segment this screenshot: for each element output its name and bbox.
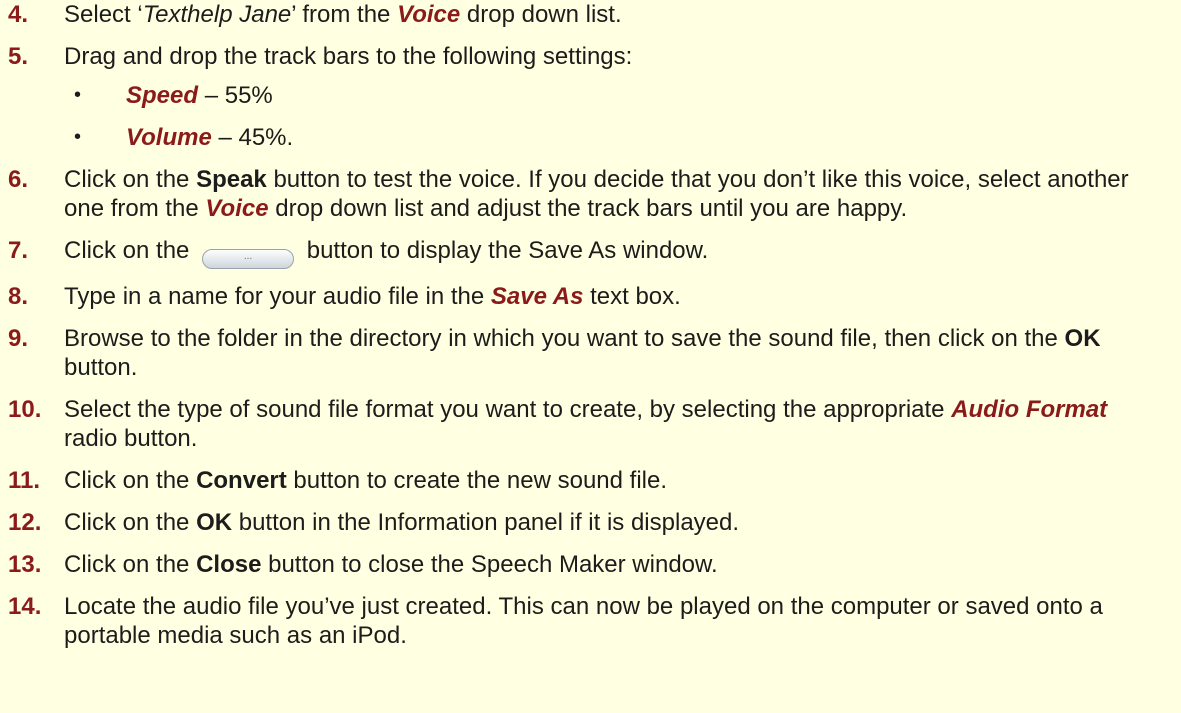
step-text-part: Click on the — [64, 509, 197, 536]
step-item: 6. Click on the Speak button to test the … — [0, 165, 1181, 223]
step-text: Drag and drop the track bars to the foll… — [64, 42, 1157, 71]
step-text-part: Type in a name for your audio file in th… — [64, 283, 491, 310]
step-text-part: radio button. — [64, 425, 198, 452]
step-text-part: button in the Information panel if it is… — [232, 509, 740, 536]
step-item: 9. Browse to the folder in the directory … — [0, 324, 1181, 382]
emphasis-text: Texthelp Jane — [142, 1, 292, 28]
step-number: 5. — [8, 43, 29, 70]
step-number: 8. — [8, 283, 29, 310]
emphasis-text: Voice — [397, 1, 461, 28]
step-number: 4. — [8, 1, 29, 28]
step-text-part: Click on the — [64, 237, 197, 264]
step-number: 14. — [8, 593, 42, 620]
emphasis-text: OK — [1064, 325, 1101, 352]
step-text-part: button to close the Speech Maker window. — [261, 551, 718, 578]
step-number: 10. — [8, 396, 42, 423]
step-text-part: Drag and drop the track bars to the foll… — [64, 43, 633, 70]
step-text-part: button. — [64, 354, 138, 381]
step-item: 8. Type in a name for your audio file in … — [0, 282, 1181, 311]
step-item: 12. Click on the OK button in the Informa… — [0, 508, 1181, 537]
step-text-part: button to create the new sound file. — [286, 467, 667, 494]
step-text: Click on the Close button to close the S… — [64, 550, 1157, 579]
step-text-part: ’ from the — [291, 1, 398, 28]
emphasis-text: Audio Format — [951, 396, 1108, 423]
emphasis-text: Save As — [490, 283, 584, 310]
emphasis-text: Speak — [196, 166, 267, 193]
step-number: 9. — [8, 325, 29, 352]
step-item: 7. Click on the ... button to display the… — [0, 236, 1181, 269]
emphasis-text: Volume — [126, 124, 212, 151]
step-text: Click on the Speak button to test the vo… — [64, 165, 1157, 223]
step-text-part: – 55% — [198, 82, 273, 109]
bullet-icon: • — [74, 126, 82, 148]
browse-button-icon: ... — [202, 249, 295, 269]
step-text: Browse to the folder in the directory in… — [64, 324, 1157, 382]
emphasis-text: Voice — [205, 195, 269, 222]
step-text-part: Select ‘ — [64, 1, 143, 28]
step-text-part: Click on the — [64, 467, 197, 494]
step-item: 14. Locate the audio file you’ve just cre… — [0, 592, 1181, 650]
step-text-part: drop down list. — [460, 1, 622, 28]
emphasis-text: Convert — [196, 467, 287, 494]
step-number: 12. — [8, 509, 42, 536]
step-text-part: button to display the Save As window. — [300, 237, 709, 264]
step-text: Select ‘Texthelp Jane’ from the Voice dr… — [64, 0, 1157, 29]
step-number: 7. — [8, 237, 29, 264]
step-item: 10. Select the type of sound file format … — [0, 395, 1181, 453]
step-number: 11. — [8, 467, 41, 494]
step-item: 4. Select ‘Texthelp Jane’ from the Voice … — [0, 0, 1181, 29]
step-text: Locate the audio file you’ve just create… — [64, 592, 1157, 650]
step-text-part: – 45%. — [211, 124, 294, 151]
step-text: Type in a name for your audio file in th… — [64, 282, 1157, 311]
step-item: 11. Click on the Convert button to create… — [0, 466, 1181, 495]
setting-bullet-list: • Speed – 55% • Volume – 45%. — [64, 81, 1157, 152]
step-item: 13. Click on the Close button to close th… — [0, 550, 1181, 579]
step-text: Click on the ... button to display the S… — [64, 236, 1157, 269]
step-text-part: Browse to the folder in the directory in… — [64, 325, 1065, 352]
step-list: 4. Select ‘Texthelp Jane’ from the Voice … — [0, 0, 1181, 650]
emphasis-text: Close — [196, 551, 262, 578]
step-text-part: Click on the — [64, 166, 197, 193]
step-text-part: text box. — [583, 283, 681, 310]
step-text-part: Locate the audio file you’ve just create… — [64, 593, 1103, 649]
step-text: Select the type of sound file format you… — [64, 395, 1157, 453]
step-item: 5. Drag and drop the track bars to the fo… — [0, 42, 1181, 152]
setting-bullet-item: • Volume – 45%. — [64, 123, 1157, 152]
emphasis-text: Speed — [126, 82, 199, 109]
step-text: Click on the Convert button to create th… — [64, 466, 1157, 495]
setting-bullet-item: • Speed – 55% — [64, 81, 1157, 110]
step-text: Click on the OK button in the Informatio… — [64, 508, 1157, 537]
step-number: 13. — [8, 551, 42, 578]
step-text-part: Select the type of sound file format you… — [64, 396, 952, 423]
emphasis-text: OK — [196, 509, 233, 536]
step-number: 6. — [8, 166, 29, 193]
instruction-page: 4. Select ‘Texthelp Jane’ from the Voice … — [0, 0, 1181, 713]
bullet-icon: • — [74, 84, 82, 106]
step-text-part: drop down list and adjust the track bars… — [268, 195, 908, 222]
step-text-part: Click on the — [64, 551, 197, 578]
